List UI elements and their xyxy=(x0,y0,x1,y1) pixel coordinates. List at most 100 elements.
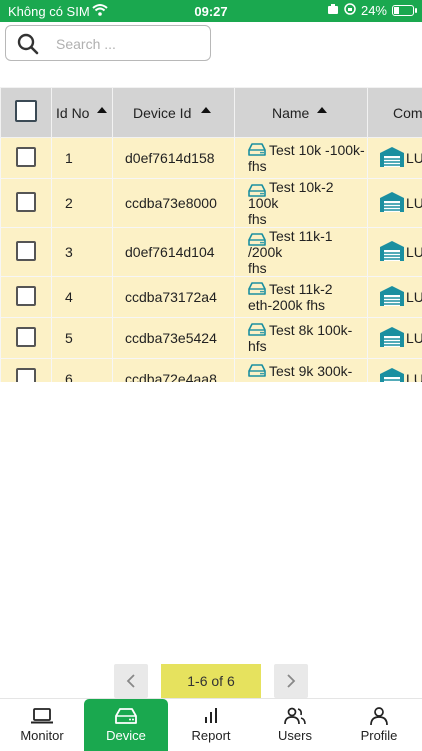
row-id: 6 xyxy=(52,359,113,383)
select-all-cell xyxy=(1,88,52,138)
search-input[interactable] xyxy=(56,33,206,55)
row-name-line1: Test 9k 300k- xyxy=(269,363,352,379)
table-row[interactable]: 6 ccdba72e4aa8 Test 9k 300k-fhs LU xyxy=(1,359,422,383)
row-name-line1: Test 10k -100k- xyxy=(269,142,365,158)
row-name-line2: fhs xyxy=(248,158,267,174)
column-header-id[interactable]: Id No xyxy=(52,88,113,138)
device-icon xyxy=(248,364,266,381)
row-select-cell xyxy=(1,179,52,228)
row-company: LU xyxy=(368,318,422,359)
table-header-row: Id No Device Id Name Com xyxy=(1,88,422,138)
row-company-label: LU xyxy=(406,371,422,382)
battery-saver-icon xyxy=(327,3,339,18)
tab-monitor[interactable]: Monitor xyxy=(0,699,84,751)
row-company-label: LU xyxy=(406,244,422,260)
row-checkbox[interactable] xyxy=(16,241,36,261)
row-checkbox[interactable] xyxy=(16,368,36,383)
pagination: 1-6 of 6 xyxy=(0,664,422,698)
device-icon xyxy=(115,707,137,725)
row-select-cell xyxy=(1,277,52,318)
bottom-tab-bar: Monitor Device Report Users Profile xyxy=(0,698,422,750)
row-checkbox[interactable] xyxy=(16,192,36,212)
column-header-device-id[interactable]: Device Id xyxy=(113,88,235,138)
row-name: Test 11k-2eth-200k fhs xyxy=(235,277,368,318)
row-name-line2: eth-200k fhs xyxy=(248,297,325,313)
column-header-com[interactable]: Com xyxy=(368,88,422,138)
device-table: Id No Device Id Name Com 1 d0 xyxy=(0,87,422,382)
bar-chart-icon xyxy=(200,707,222,725)
warehouse-icon xyxy=(380,191,404,216)
row-company: LU xyxy=(368,228,422,277)
column-header-name[interactable]: Name xyxy=(235,88,368,138)
tab-device-label: Device xyxy=(106,728,146,743)
prev-page-button[interactable] xyxy=(114,664,148,698)
warehouse-icon xyxy=(380,367,404,383)
row-checkbox[interactable] xyxy=(16,147,36,167)
row-company-label: LU xyxy=(406,289,422,305)
laptop-icon xyxy=(31,707,53,725)
tab-report[interactable]: Report xyxy=(169,699,253,751)
row-checkbox[interactable] xyxy=(16,327,36,347)
row-name: Test 10k -100k-fhs xyxy=(235,138,368,179)
row-name: Test 11k-1 /200kfhs xyxy=(235,228,368,277)
tab-users-label: Users xyxy=(278,728,312,743)
tab-users[interactable]: Users xyxy=(253,699,337,751)
column-header-name-label: Name xyxy=(272,105,309,121)
sort-asc-icon xyxy=(201,107,211,113)
table-row[interactable]: 5 ccdba73e5424 Test 8k 100k-hfs LU xyxy=(1,318,422,359)
row-name: Test 9k 300k-fhs xyxy=(235,359,368,383)
row-company-label: LU xyxy=(406,330,422,346)
row-id: 3 xyxy=(52,228,113,277)
chevron-left-icon xyxy=(126,674,136,688)
table-row[interactable]: 4 ccdba73172a4 Test 11k-2eth-200k fhs LU xyxy=(1,277,422,318)
rotation-lock-icon xyxy=(344,3,356,18)
row-id: 4 xyxy=(52,277,113,318)
row-select-cell xyxy=(1,359,52,383)
row-id: 1 xyxy=(52,138,113,179)
column-header-id-label: Id No xyxy=(56,105,89,121)
row-device-id: d0ef7614d104 xyxy=(113,228,235,277)
next-page-button[interactable] xyxy=(274,664,308,698)
row-device-id: ccdba73e8000 xyxy=(113,179,235,228)
row-id: 5 xyxy=(52,318,113,359)
status-bar: Không có SIM 09:27 24% xyxy=(0,0,422,22)
row-name-line2: fhs xyxy=(248,260,267,276)
warehouse-icon xyxy=(380,326,404,351)
battery-percent: 24% xyxy=(361,3,387,18)
row-company: LU xyxy=(368,277,422,318)
warehouse-icon xyxy=(380,146,404,171)
row-company: LU xyxy=(368,359,422,383)
search-icon xyxy=(16,32,40,61)
row-select-cell xyxy=(1,228,52,277)
row-checkbox[interactable] xyxy=(16,286,36,306)
sort-asc-icon xyxy=(97,107,107,113)
device-icon xyxy=(248,323,266,340)
sort-asc-icon xyxy=(317,107,327,113)
table-row[interactable]: 1 d0ef7614d158 Test 10k -100k-fhs LU xyxy=(1,138,422,179)
warehouse-icon xyxy=(380,285,404,310)
tab-monitor-label: Monitor xyxy=(20,728,63,743)
table-row[interactable]: 3 d0ef7614d104 Test 11k-1 /200kfhs LU xyxy=(1,228,422,277)
row-company: LU xyxy=(368,138,422,179)
tab-profile[interactable]: Profile xyxy=(337,699,421,751)
table-row[interactable]: 2 ccdba73e8000 Test 10k-2 100kfhs LU xyxy=(1,179,422,228)
row-company-label: LU xyxy=(406,195,422,211)
search-box[interactable] xyxy=(5,25,211,61)
row-select-cell xyxy=(1,138,52,179)
row-device-id: ccdba72e4aa8 xyxy=(113,359,235,383)
column-header-com-label: Com xyxy=(393,105,422,121)
row-device-id: d0ef7614d158 xyxy=(113,138,235,179)
row-name: Test 8k 100k-hfs xyxy=(235,318,368,359)
row-name-line2: fhs xyxy=(248,211,267,227)
tab-report-label: Report xyxy=(191,728,230,743)
row-name-line1: Test 11k-2 xyxy=(269,281,333,297)
device-icon xyxy=(248,233,266,250)
tab-device[interactable]: Device xyxy=(84,699,168,751)
warehouse-icon xyxy=(380,240,404,265)
row-device-id: ccdba73172a4 xyxy=(113,277,235,318)
page-info: 1-6 of 6 xyxy=(161,664,261,698)
battery-icon xyxy=(392,5,414,16)
device-icon xyxy=(248,184,266,201)
column-header-device-id-label: Device Id xyxy=(133,105,191,121)
select-all-checkbox[interactable] xyxy=(15,100,37,122)
